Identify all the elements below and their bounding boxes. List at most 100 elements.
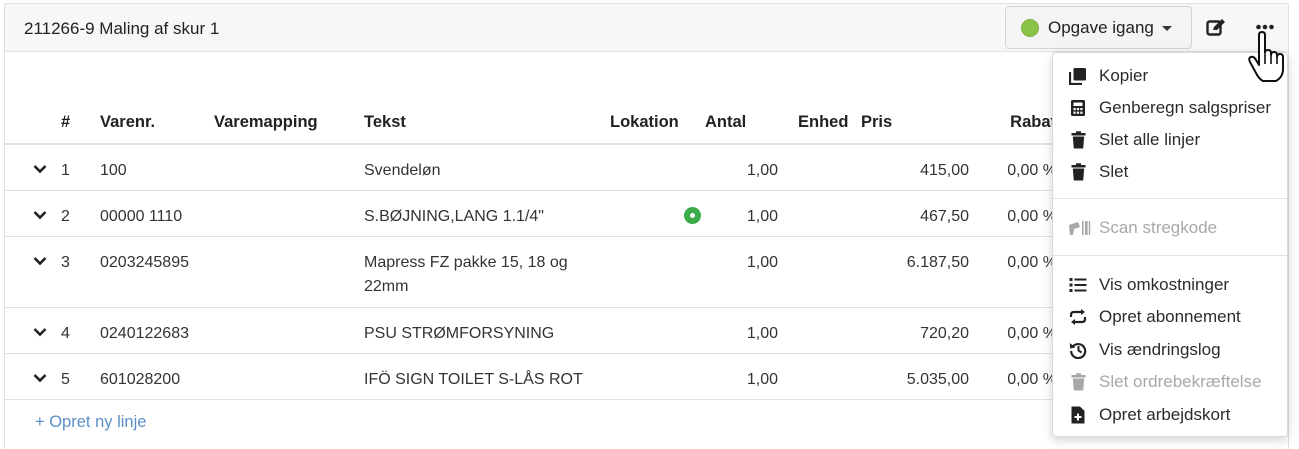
- row-number: 5: [61, 370, 70, 388]
- menu-item-slet[interactable]: Slet: [1053, 157, 1287, 187]
- expand-chevron-icon[interactable]: [33, 253, 47, 271]
- row-pris: 5.035,00: [906, 370, 969, 388]
- row-enhed: [778, 237, 861, 251]
- order-lines-table: # Varenr. Varemapping Tekst Lokation Ant…: [5, 102, 1057, 400]
- menu-item-genberegn-salgspriser[interactable]: Genberegn salgspriser: [1053, 93, 1287, 123]
- file-plus-icon: [1068, 405, 1088, 425]
- more-options-menu: Kopier Genberegn salgspriser Slet alle l…: [1052, 52, 1288, 437]
- row-antal: 1,00: [746, 370, 778, 388]
- menu-item-vis-aendringslog[interactable]: Vis ændringslog: [1053, 335, 1287, 365]
- menu-item-slet-alle-linjer[interactable]: Slet alle linjer: [1053, 125, 1287, 155]
- row-varemapping: [214, 191, 364, 205]
- menu-item-vis-omkostninger[interactable]: Vis omkostninger: [1053, 270, 1287, 300]
- menu-item-label: Vis omkostninger: [1099, 275, 1230, 294]
- table-row[interactable]: 1 100 Svendeløn 1,00 415,00 0,00 %: [5, 144, 1057, 191]
- row-rabat: 0,00 %: [1007, 162, 1057, 179]
- menu-item-opret-abonnement[interactable]: Opret abonnement: [1053, 302, 1287, 332]
- menu-item-opret-arbejdskort[interactable]: Opret arbejdskort: [1053, 400, 1287, 430]
- edit-icon: [1206, 19, 1225, 36]
- expand-chevron-icon[interactable]: [33, 207, 47, 225]
- menu-item-label: Opret abonnement: [1099, 307, 1241, 326]
- row-lokation: [610, 145, 705, 159]
- menu-item-label: Slet: [1099, 162, 1129, 181]
- add-new-line-link[interactable]: + Opret ny linje: [35, 413, 146, 432]
- trash-icon: [1068, 162, 1088, 182]
- row-number: 2: [61, 207, 70, 225]
- row-rabat: 0,00 %: [1007, 207, 1057, 225]
- col-rabat: Rabat: [969, 102, 1057, 145]
- menu-divider: [1053, 198, 1287, 199]
- row-varenr: 601028200: [100, 370, 181, 388]
- ellipsis-icon: [1256, 24, 1274, 30]
- row-pris: 415,00: [920, 162, 969, 179]
- row-enhed: [778, 145, 861, 159]
- trash-icon: [1068, 130, 1088, 150]
- row-lokation: [610, 354, 705, 368]
- panel-header: 211266-9 Maling af skur 1 Opgave igang: [5, 4, 1288, 52]
- row-tekst: IFÖ SIGN TOILET S-LÅS ROT: [364, 370, 583, 388]
- row-enhed: [778, 191, 861, 205]
- repeat-icon: [1068, 307, 1088, 327]
- row-antal: 1,00: [746, 324, 778, 342]
- col-tekst: Tekst: [364, 102, 610, 145]
- hand-cursor-icon: [1247, 31, 1291, 83]
- table-row[interactable]: 3 0203245895 Mapress FZ pakke 15, 18 og …: [5, 236, 1057, 308]
- list-icon: [1068, 275, 1088, 295]
- table-row[interactable]: 4 0240122683 PSU STRØMFORSYNING 1,00 720…: [5, 307, 1057, 354]
- col-varenr: Varenr.: [100, 102, 214, 145]
- table-row[interactable]: 2 00000 1110 S.BØJNING,LANG 1.1/4" 1,00 …: [5, 190, 1057, 237]
- barcode-scanner-icon: [1068, 218, 1092, 238]
- row-varemapping: [214, 354, 364, 368]
- row-number: 4: [61, 324, 70, 342]
- status-dot: [1021, 18, 1039, 37]
- row-pris: 720,20: [920, 324, 969, 342]
- history-icon: [1068, 340, 1088, 360]
- col-antal: Antal: [705, 102, 778, 145]
- menu-item-label: Genberegn salgspriser: [1099, 98, 1271, 117]
- menu-item-label: Scan stregkode: [1099, 218, 1218, 237]
- row-pris: 6.187,50: [906, 253, 969, 271]
- row-rabat: 0,00 %: [1007, 370, 1057, 388]
- trash-icon: [1068, 372, 1088, 392]
- menu-divider: [1053, 255, 1287, 256]
- col-number: #: [61, 102, 100, 145]
- col-varemapping: Varemapping: [214, 102, 364, 145]
- row-varenr: 100: [100, 162, 127, 179]
- table-row[interactable]: 5 601028200 IFÖ SIGN TOILET S-LÅS ROT 1,…: [5, 353, 1057, 400]
- row-tekst: S.BØJNING,LANG 1.1/4": [364, 207, 544, 225]
- row-number: 3: [61, 253, 70, 271]
- row-lokation: [610, 237, 705, 251]
- row-enhed: [778, 354, 861, 368]
- menu-item-label: Kopier: [1099, 66, 1149, 85]
- row-antal: 1,00: [746, 253, 778, 271]
- row-varemapping: [214, 145, 364, 159]
- row-tekst: Svendeløn: [364, 162, 441, 179]
- row-number: 1: [61, 162, 70, 179]
- row-pris: 467,50: [920, 207, 969, 225]
- row-tekst: Mapress FZ pakke 15, 18 og 22mm: [364, 253, 568, 295]
- status-label: Opgave igang: [1048, 17, 1154, 37]
- row-varenr: 0240122683: [100, 324, 189, 342]
- edit-button[interactable]: [1201, 12, 1231, 42]
- calculator-icon: [1068, 98, 1088, 118]
- row-antal: 1,00: [746, 207, 778, 225]
- menu-item-label: Slet alle linjer: [1099, 130, 1201, 149]
- row-lokation: [610, 308, 705, 322]
- row-rabat: 0,00 %: [1007, 253, 1057, 271]
- menu-item-label: Opret arbejdskort: [1099, 405, 1231, 424]
- row-tekst: PSU STRØMFORSYNING: [364, 324, 555, 342]
- row-varenr: 00000 1110: [100, 207, 183, 225]
- menu-item-label: Slet ordrebekræftelse: [1099, 372, 1262, 391]
- location-status-dot-icon: [684, 206, 701, 224]
- status-dropdown-button[interactable]: Opgave igang: [1005, 6, 1192, 49]
- col-lokation: Lokation: [610, 102, 705, 145]
- row-varenr: 0203245895: [100, 253, 189, 271]
- expand-chevron-icon[interactable]: [33, 324, 47, 342]
- expand-chevron-icon[interactable]: [33, 370, 47, 388]
- copy-icon: [1068, 66, 1088, 86]
- expand-chevron-icon[interactable]: [33, 161, 47, 179]
- row-rabat: 0,00 %: [1007, 324, 1057, 342]
- row-antal: 1,00: [746, 162, 778, 179]
- table-header-row: # Varenr. Varemapping Tekst Lokation Ant…: [5, 102, 1057, 145]
- row-varemapping: [214, 308, 364, 322]
